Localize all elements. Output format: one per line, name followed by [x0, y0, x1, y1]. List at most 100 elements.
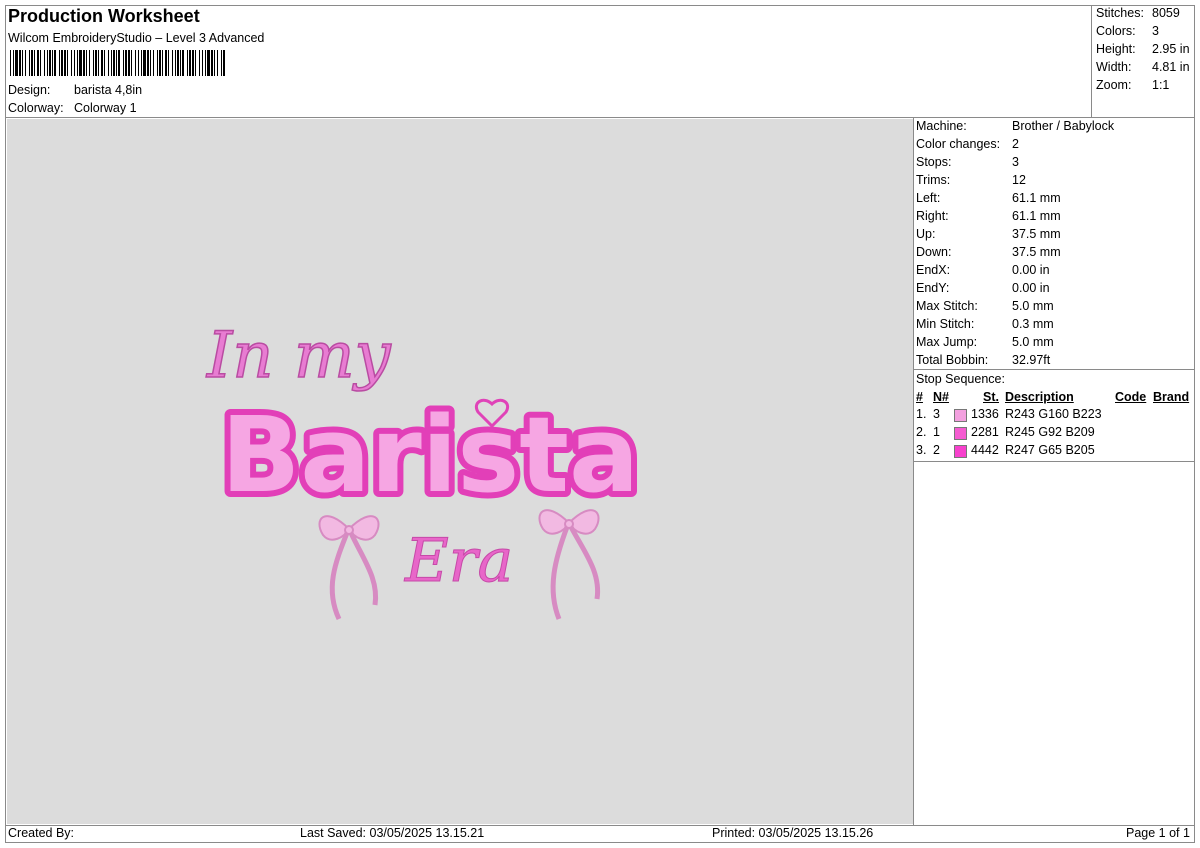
info-value: 0.00 in [1012, 281, 1050, 295]
info-row-down: Down: 37.5 mm [916, 245, 1196, 263]
summary-value: 8059 [1152, 6, 1180, 20]
colorway-value: Colorway 1 [74, 101, 137, 115]
summary-label: Height: [1096, 42, 1136, 56]
embroidery-design: In my Barista Era [205, 318, 645, 621]
color-swatch [954, 445, 967, 458]
last-saved: Last Saved: 03/05/2025 13.15.21 [300, 826, 485, 840]
colorway-label: Colorway: [8, 101, 64, 115]
info-value: 37.5 mm [1012, 245, 1061, 259]
table-row: 1. 3 1336 R243 G160 B223 [916, 407, 1196, 425]
bow-right-icon [538, 509, 601, 620]
column-header-code: Code [1115, 390, 1147, 404]
design-text-line2: Barista [221, 394, 639, 516]
info-label: Max Stitch: [916, 299, 978, 313]
created-by: Created By: [8, 826, 75, 840]
summary-row-stitches: Stitches: 8059 [1096, 6, 1196, 24]
info-label: EndX: [916, 263, 951, 277]
color-swatch [954, 409, 967, 422]
needle-num: 3 [933, 407, 940, 421]
stop-num: 2. [916, 425, 927, 439]
info-label: Up: [916, 227, 936, 241]
table-row: 3. 2 4442 R247 G65 B205 [916, 443, 1196, 461]
column-header-stitches: St. [983, 390, 999, 404]
stop-sequence-title: Stop Sequence: [916, 372, 1005, 386]
info-value: 5.0 mm [1012, 299, 1054, 313]
stitch-count: 2281 [971, 425, 999, 439]
info-value: 32.97ft [1012, 353, 1051, 367]
printed-date: Printed: 03/05/2025 13.15.26 [712, 826, 874, 840]
info-label: Left: [916, 191, 941, 205]
info-row-trims: Trims: 12 [916, 173, 1196, 191]
info-row-up: Up: 37.5 mm [916, 227, 1196, 245]
summary-label: Stitches: [1096, 6, 1144, 20]
info-row-color-changes: Color changes: 2 [916, 137, 1196, 155]
design-text-line3: Era [404, 526, 513, 596]
page-number: Page 1 of 1 [1126, 826, 1190, 840]
needle-num: 2 [933, 443, 940, 457]
design-text-line1: In my [206, 319, 392, 393]
summary-value: 4.81 in [1152, 60, 1190, 74]
info-value: 12 [1012, 173, 1026, 187]
software-name: Wilcom EmbroideryStudio – Level 3 Advanc… [8, 31, 265, 45]
summary-row-zoom: Zoom: 1:1 [1096, 78, 1196, 96]
info-row-stops: Stops: 3 [916, 155, 1196, 173]
info-row-machine: Machine: Brother / Babylock [916, 119, 1196, 137]
info-row-max-jump: Max Jump: 5.0 mm [916, 335, 1196, 353]
color-description: R243 G160 B223 [1005, 407, 1102, 421]
color-description: R245 G92 B209 [1005, 425, 1095, 439]
summary-row-colors: Colors: 3 [1096, 24, 1196, 42]
info-label: Machine: [916, 119, 967, 133]
stitch-count: 4442 [971, 443, 999, 457]
info-row-right: Right: 61.1 mm [916, 209, 1196, 227]
info-value: 61.1 mm [1012, 191, 1061, 205]
info-label: EndY: [916, 281, 950, 295]
info-label: Stops: [916, 155, 952, 169]
stop-num: 1. [916, 407, 927, 421]
info-value: 5.0 mm [1012, 335, 1054, 349]
info-label: Trims: [916, 173, 951, 187]
color-description: R247 G65 B205 [1005, 443, 1095, 457]
info-row-endy: EndY: 0.00 in [916, 281, 1196, 299]
design-value: barista 4,8in [74, 83, 143, 97]
info-label: Total Bobbin: [916, 353, 989, 367]
summary-label: Width: [1096, 60, 1132, 74]
summary-value: 2.95 in [1152, 42, 1190, 56]
summary-value: 1:1 [1152, 78, 1170, 92]
summary-row-height: Height: 2.95 in [1096, 42, 1196, 60]
column-header-description: Description [1005, 390, 1074, 404]
info-row-endx: EndX: 0.00 in [916, 263, 1196, 281]
stop-num: 3. [916, 443, 927, 457]
column-header-num: # [916, 390, 923, 404]
info-label: Min Stitch: [916, 317, 975, 331]
column-header-brand: Brand [1153, 390, 1190, 404]
info-label: Color changes: [916, 137, 1001, 151]
info-value: Brother / Babylock [1012, 119, 1115, 133]
column-header-needle: N# [933, 390, 949, 404]
design-label: Design: [8, 83, 51, 97]
summary-value: 3 [1152, 24, 1159, 38]
info-value: 2 [1012, 137, 1019, 151]
barcode-image [10, 50, 225, 76]
color-swatch [954, 427, 967, 440]
info-row-min-stitch: Min Stitch: 0.3 mm [916, 317, 1196, 335]
summary-label: Colors: [1096, 24, 1136, 38]
table-row: 2. 1 2281 R245 G92 B209 [916, 425, 1196, 443]
summary-label: Zoom: [1096, 78, 1132, 92]
needle-num: 1 [933, 425, 940, 439]
info-value: 0.3 mm [1012, 317, 1054, 331]
info-label: Right: [916, 209, 949, 223]
info-value: 3 [1012, 155, 1019, 169]
info-label: Max Jump: [916, 335, 978, 349]
info-row-total-bobbin: Total Bobbin: 32.97ft [916, 353, 1196, 371]
summary-row-width: Width: 4.81 in [1096, 60, 1196, 78]
info-value: 61.1 mm [1012, 209, 1061, 223]
info-row-left: Left: 61.1 mm [916, 191, 1196, 209]
bow-left-icon [318, 515, 380, 621]
info-value: 37.5 mm [1012, 227, 1061, 241]
info-label: Down: [916, 245, 952, 259]
info-value: 0.00 in [1012, 263, 1050, 277]
stitch-count: 1336 [971, 407, 999, 421]
info-row-max-stitch: Max Stitch: 5.0 mm [916, 299, 1196, 317]
worksheet-title: Production Worksheet [8, 6, 200, 26]
design-preview: In my Barista Era [7, 119, 913, 824]
